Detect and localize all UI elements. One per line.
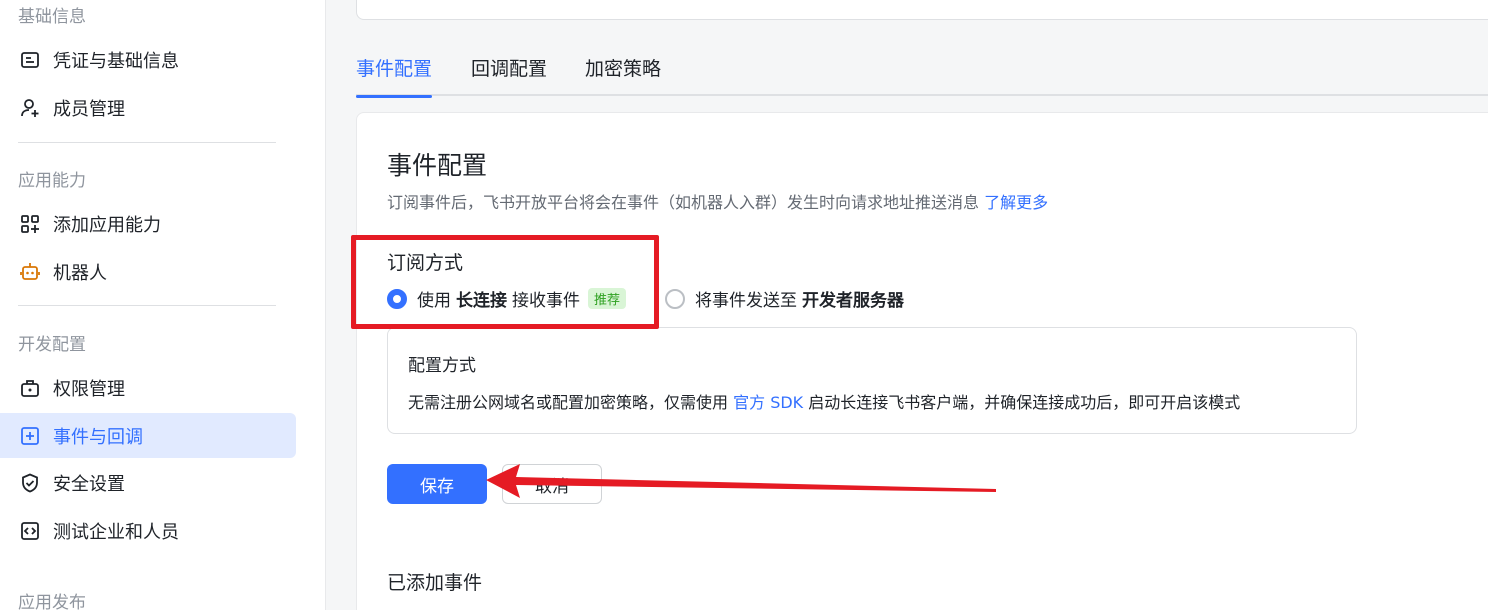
option-text: 将事件发送至 xyxy=(695,291,797,311)
learn-more-link[interactable]: 了解更多 xyxy=(984,193,1048,212)
sidebar-item-events-callbacks[interactable]: 事件与回调 xyxy=(0,413,296,458)
official-sdk-link[interactable]: 官方 SDK xyxy=(733,393,803,412)
page-title: 事件配置 xyxy=(387,151,488,180)
sidebar-item-label: 安全设置 xyxy=(53,473,125,495)
config-text-before: 无需注册公网域名或配置加密策略，仅需使用 xyxy=(408,393,729,412)
sidebar-item-label: 添加应用能力 xyxy=(53,214,161,236)
section-title-app-release: 应用发布 xyxy=(18,593,86,610)
radio-checked-icon[interactable] xyxy=(387,288,407,309)
added-events-title: 已添加事件 xyxy=(387,572,483,594)
sidebar-item-label: 权限管理 xyxy=(53,378,125,400)
tab-callback-config[interactable]: 回调配置 xyxy=(471,54,547,96)
app-grid-add-icon xyxy=(18,212,42,236)
sidebar-item-label: 成员管理 xyxy=(53,98,125,120)
sidebar-item-label: 测试企业和人员 xyxy=(53,521,179,543)
sidebar-item-test-tenants[interactable]: 测试企业和人员 xyxy=(0,508,296,553)
radio-unchecked-icon[interactable] xyxy=(665,288,685,309)
subscription-method-label: 订阅方式 xyxy=(387,252,464,274)
config-method-title: 配置方式 xyxy=(408,356,476,376)
description-text: 订阅事件后，飞书开放平台将会在事件（如机器人入群）发生时向请求地址推送消息 xyxy=(387,193,980,212)
sidebar-item-security[interactable]: 安全设置 xyxy=(0,460,296,505)
config-method-text: 无需注册公网域名或配置加密策略，仅需使用 官方 SDK 启动长连接飞书客户端，并… xyxy=(408,389,1240,413)
divider xyxy=(18,305,276,306)
option-bold-text: 开发者服务器 xyxy=(802,291,904,311)
tab-event-config[interactable]: 事件配置 xyxy=(356,54,433,98)
sidebar-item-members[interactable]: 成员管理 xyxy=(0,85,296,130)
sidebar: 基础信息 凭证与基础信息 成员管理 应用能力 添加应用能力 机器人 开发配置 权… xyxy=(0,0,326,610)
config-method-box: 配置方式 无需注册公网域名或配置加密策略，仅需使用 官方 SDK 启动长连接飞书… xyxy=(387,327,1357,434)
lock-briefcase-icon xyxy=(18,376,42,400)
sidebar-item-label: 事件与回调 xyxy=(53,426,143,448)
user-add-icon xyxy=(18,96,42,120)
event-plus-icon xyxy=(18,424,42,448)
tab-bar: 事件配置 回调配置 加密策略 xyxy=(356,40,1488,98)
option-text: 接收事件 xyxy=(512,291,580,311)
page-description: 订阅事件后，飞书开放平台将会在事件（如机器人入群）发生时向请求地址推送消息 了解… xyxy=(387,189,1048,213)
sidebar-item-permissions[interactable]: 权限管理 xyxy=(0,365,296,410)
code-icon xyxy=(18,519,42,543)
option-text: 使用 xyxy=(417,291,451,311)
sidebar-item-bot[interactable]: 机器人 xyxy=(0,249,296,294)
top-card xyxy=(356,0,1488,20)
config-text-after: 启动长连接飞书客户端，并确保连接成功后，即可开启该模式 xyxy=(808,393,1241,412)
divider xyxy=(18,142,276,143)
sidebar-item-add-capability[interactable]: 添加应用能力 xyxy=(0,201,296,246)
shield-check-icon xyxy=(18,471,42,495)
section-title-app-capabilities: 应用能力 xyxy=(18,171,86,191)
credential-icon xyxy=(18,48,42,72)
option-bold-text: 长连接 xyxy=(456,291,507,311)
radio-long-connection[interactable]: 使用 长连接 接收事件 推荐 xyxy=(387,286,627,311)
sidebar-item-label: 机器人 xyxy=(53,262,107,284)
section-title-dev-config: 开发配置 xyxy=(18,335,86,355)
save-button[interactable]: 保存 xyxy=(387,464,487,504)
robot-icon xyxy=(18,260,42,284)
cancel-button[interactable]: 取消 xyxy=(502,464,602,504)
section-title-basic-info: 基础信息 xyxy=(18,7,86,27)
radio-developer-server[interactable]: 将事件发送至 开发者服务器 xyxy=(665,286,909,311)
recommended-badge: 推荐 xyxy=(588,288,627,309)
tab-encryption-policy[interactable]: 加密策略 xyxy=(585,54,661,96)
sidebar-item-credentials[interactable]: 凭证与基础信息 xyxy=(0,37,296,82)
sidebar-item-label: 凭证与基础信息 xyxy=(53,50,179,72)
